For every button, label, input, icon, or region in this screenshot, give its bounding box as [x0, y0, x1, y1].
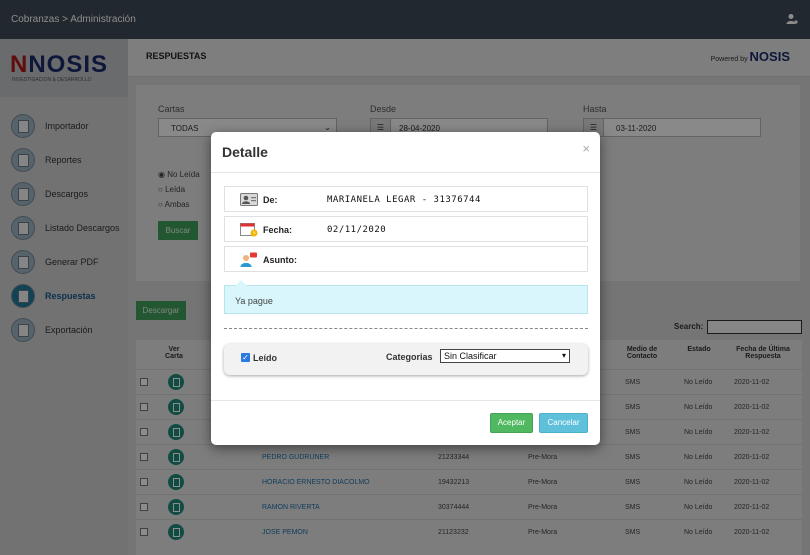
fecha-label: Fecha:: [263, 225, 293, 235]
de-value: MARIANELA LEGAR - 31376744: [327, 195, 481, 205]
fecha-field: Fecha: 02/11/2020: [224, 216, 588, 242]
aceptar-button[interactable]: Aceptar: [490, 413, 533, 433]
de-field: De: MARIANELA LEGAR - 31376744: [224, 186, 588, 212]
categorias-label: Categorias: [386, 352, 433, 362]
calendar-clock-icon: [240, 223, 258, 237]
detalle-modal: Detalle × De: MARIANELA LEGAR - 31376744…: [211, 132, 600, 445]
leido-label: Leído: [253, 353, 277, 363]
categorias-select[interactable]: Sin Clasificar ▾: [440, 349, 570, 363]
asunto-field: Asunto:: [224, 246, 588, 272]
leido-checkbox[interactable]: ✓: [241, 353, 250, 362]
divider: [211, 172, 600, 173]
divider: [211, 400, 600, 401]
fecha-value: 02/11/2020: [327, 225, 387, 235]
chevron-down-icon: ▾: [561, 351, 566, 360]
modal-title: Detalle: [222, 144, 268, 160]
dashed-divider: [224, 328, 588, 329]
message-bubble: Ya pague: [224, 280, 588, 314]
asunto-label: Asunto:: [263, 255, 297, 265]
leido-panel: ✓ Leído Categorias Sin Clasificar ▾: [224, 344, 588, 375]
de-label: De:: [263, 195, 278, 205]
contact-card-icon: [240, 193, 258, 206]
cancelar-button[interactable]: Cancelar: [539, 413, 588, 433]
user-message-icon: [240, 252, 257, 267]
message-text: Ya pague: [235, 296, 273, 306]
close-icon[interactable]: ×: [582, 141, 590, 156]
